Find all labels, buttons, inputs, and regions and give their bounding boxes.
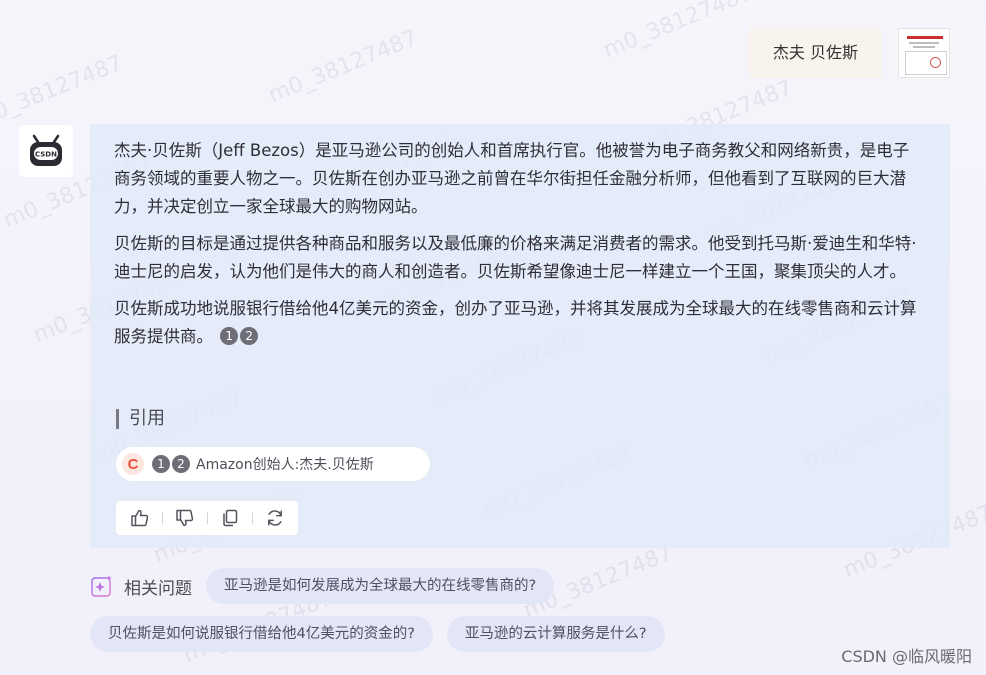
related-questions-row: 贝佐斯是如何说服银行借给他4亿美元的资金的? 亚马逊的云计算服务是什么?: [90, 616, 665, 652]
bot-avatar: CSDN: [19, 125, 73, 177]
related-question-chip[interactable]: 亚马逊是如何发展成为全球最大的在线零售商的?: [206, 568, 555, 604]
reference-title: Amazon创始人:杰夫.贝佐斯: [196, 457, 374, 473]
references-heading: 引用: [116, 409, 165, 429]
thumbs-up-button[interactable]: [127, 505, 153, 531]
robot-icon: CSDN: [30, 134, 62, 166]
source-logo-icon: C: [122, 453, 144, 475]
reference-citations: 1 2: [152, 455, 190, 473]
thumbs-up-icon: [130, 509, 148, 527]
citation-marker[interactable]: 2: [240, 327, 259, 345]
copy-button[interactable]: [217, 505, 243, 531]
citation-marker[interactable]: 1: [220, 327, 239, 345]
reference-chip[interactable]: C 1 2 Amazon创始人:杰夫.贝佐斯: [116, 447, 430, 481]
user-message-bubble: 杰夫 贝佐斯: [748, 28, 882, 78]
divider: [206, 512, 208, 524]
citation-marker: 2: [172, 455, 190, 473]
watermark: m0_38127487: [600, 0, 757, 64]
related-question-chip[interactable]: 贝佐斯是如何说服银行借给他4亿美元的资金的?: [90, 616, 433, 652]
related-questions: 相关问题 亚马逊是如何发展成为全球最大的在线零售商的?: [90, 568, 555, 604]
answer-paragraph: 贝佐斯的目标是通过提供各种商品和服务以及最低廉的价格来满足消费者的需求。他受到托…: [114, 234, 917, 281]
footer-watermark: CSDN @临风暖阳: [841, 647, 972, 666]
answer-card: 杰夫·贝佐斯（Jeff Bezos）是亚马逊公司的创始人和首席执行官。他被誉为电…: [90, 124, 950, 548]
copy-icon: [222, 509, 237, 527]
related-question-chip[interactable]: 亚马逊的云计算服务是什么?: [446, 616, 665, 652]
divider: [251, 512, 253, 524]
regenerate-button[interactable]: [262, 505, 288, 531]
thumbs-down-button[interactable]: [172, 505, 198, 531]
citation-marker: 1: [152, 455, 170, 473]
thumbs-down-icon: [175, 509, 193, 527]
answer-paragraph: 杰夫·贝佐斯（Jeff Bezos）是亚马逊公司的创始人和首席执行官。他被誉为电…: [114, 141, 910, 216]
document-thumbnail-icon: [898, 28, 950, 78]
answer-paragraph: 贝佐斯成功地说服银行借给他4亿美元的资金，创办了亚马逊，并将其发展成为全球最大的…: [114, 299, 917, 346]
sparkle-icon: [91, 575, 112, 597]
divider: [161, 512, 163, 524]
related-questions-label: 相关问题: [124, 578, 192, 599]
answer-actions-toolbar: [116, 501, 298, 535]
regenerate-icon: [267, 510, 282, 526]
watermark: m0_38127487: [0, 50, 127, 134]
user-message-row: 杰夫 贝佐斯: [748, 28, 950, 78]
bot-badge-text: CSDN: [35, 151, 57, 159]
watermark: m0_38127487: [265, 25, 422, 109]
